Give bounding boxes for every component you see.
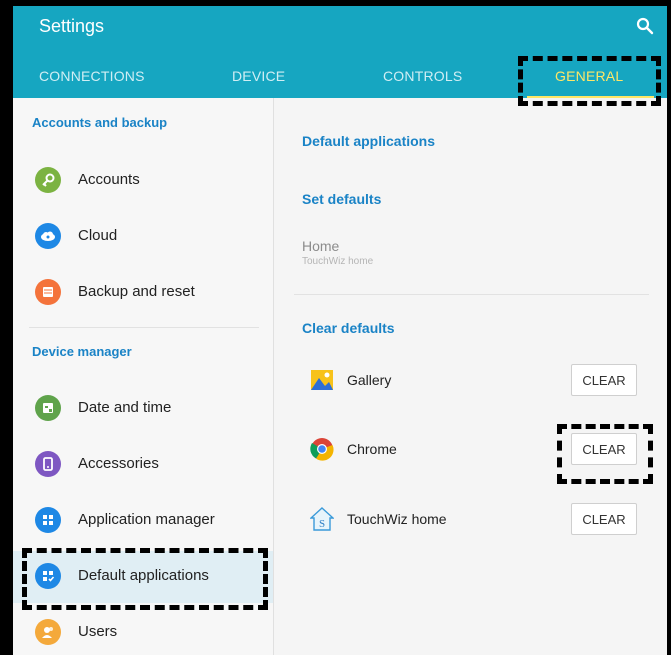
search-icon[interactable] <box>635 16 655 36</box>
app-bar: Settings CONNECTIONS DEVICE CONTROLS GEN… <box>13 6 667 98</box>
touchwiz-icon: S <box>310 507 334 531</box>
accessories-icon <box>35 451 61 477</box>
app-name: Gallery <box>347 372 392 388</box>
sidebar-item-default-applications[interactable]: Default applications <box>13 551 273 603</box>
app-name: TouchWiz home <box>347 511 447 527</box>
list-item-chrome: Chrome CLEAR <box>274 425 667 475</box>
sidebar-item-label: Backup and reset <box>78 283 195 300</box>
sidebar-item-label: Users <box>78 623 118 640</box>
grid-check-icon <box>35 563 61 589</box>
backup-icon <box>35 279 61 305</box>
clear-touchwiz-home-button[interactable]: CLEAR <box>571 503 637 535</box>
tab-general[interactable]: GENERAL <box>555 68 623 84</box>
sidebar-item-accessories[interactable]: Accessories <box>13 439 273 491</box>
sidebar-item-label: Accounts <box>78 171 140 188</box>
cloud-icon <box>35 223 61 249</box>
sidebar-item-cloud[interactable]: Cloud <box>13 211 273 263</box>
grid-icon <box>35 507 61 533</box>
home-setting-value: TouchWiz home <box>302 256 374 267</box>
sidebar-item-label: Accessories <box>78 455 159 472</box>
page-title: Default applications <box>302 133 436 149</box>
set-defaults-header: Set defaults <box>302 191 382 207</box>
tab-controls[interactable]: CONTROLS <box>383 68 462 84</box>
settings-screen: Settings CONNECTIONS DEVICE CONTROLS GEN… <box>13 6 667 655</box>
tab-device[interactable]: DEVICE <box>232 68 285 84</box>
detail-pane: Default applications Set defaults Home T… <box>274 98 667 655</box>
sidebar-item-label: Cloud <box>78 227 118 244</box>
section-accounts-and-backup: Accounts and backup <box>32 115 168 130</box>
app-title: Settings <box>39 16 105 36</box>
sidebar-item-accounts[interactable]: Accounts <box>13 155 273 207</box>
svg-text:S: S <box>319 518 325 530</box>
list-item-gallery: Gallery CLEAR <box>274 356 667 406</box>
sidebar-item-application-manager[interactable]: Application manager <box>13 495 273 547</box>
section-device-manager: Device manager <box>32 344 132 359</box>
clear-gallery-button[interactable]: CLEAR <box>571 364 637 396</box>
chrome-icon <box>310 438 334 461</box>
device-frame: Settings CONNECTIONS DEVICE CONTROLS GEN… <box>0 0 671 655</box>
section-divider <box>294 294 649 295</box>
left-menu: Accounts and backup Accounts Cloud Backu… <box>13 98 273 655</box>
users-icon <box>35 619 61 645</box>
sidebar-item-label: Date and time <box>78 399 172 416</box>
clear-defaults-header: Clear defaults <box>302 320 395 336</box>
sidebar-item-backup-and-reset[interactable]: Backup and reset <box>13 267 273 319</box>
tab-bar: CONNECTIONS DEVICE CONTROLS GENERAL <box>13 56 667 98</box>
clear-chrome-button[interactable]: CLEAR <box>571 433 637 465</box>
sidebar-item-users[interactable]: Users <box>13 607 273 655</box>
sidebar-item-label: Application manager <box>78 511 215 528</box>
list-item-touchwiz-home: S TouchWiz home CLEAR <box>274 495 667 545</box>
tab-connections[interactable]: CONNECTIONS <box>39 68 145 84</box>
sidebar-item-label: Default applications <box>78 567 209 584</box>
sidebar-item-date-and-time[interactable]: Date and time <box>13 383 273 435</box>
calendar-icon <box>35 395 61 421</box>
section-divider <box>29 327 259 328</box>
key-icon <box>35 167 61 193</box>
home-setting-title: Home <box>302 238 340 254</box>
gallery-icon <box>311 370 333 390</box>
app-name: Chrome <box>347 441 397 457</box>
